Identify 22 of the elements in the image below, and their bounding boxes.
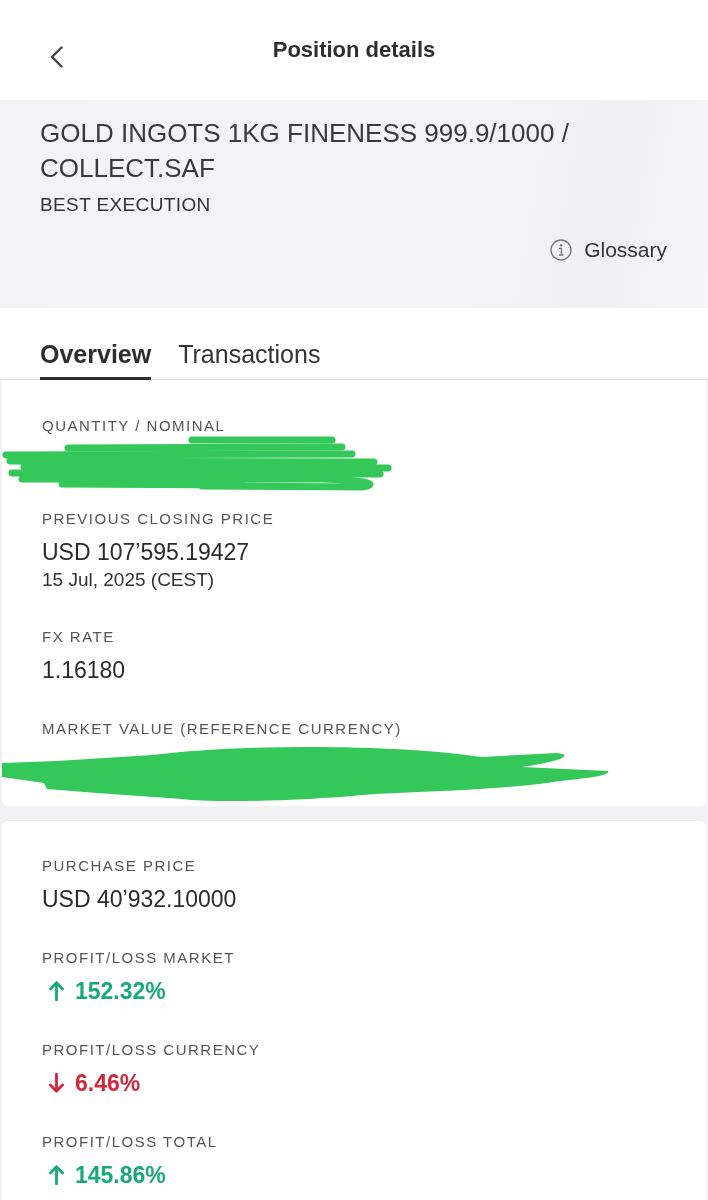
- glossary-link[interactable]: Glossary: [550, 238, 667, 262]
- change-value: 6.46%: [75, 1069, 141, 1098]
- field-label: MARKET VALUE (REFERENCE CURRENCY): [42, 719, 402, 739]
- field-label: PURCHASE PRICE: [42, 856, 197, 876]
- info-icon: [550, 239, 573, 261]
- field-label: QUANTITY / NOMINAL: [42, 416, 226, 436]
- change-value: 152.32%: [75, 977, 166, 1006]
- date-note: 15 Jul, 2025 (CEST): [42, 568, 215, 592]
- instrument-name: GOLD INGOTS 1KG FINENESS 999.9/1000 / COLLECT.SAF: [40, 117, 570, 185]
- field-label: PROFIT/LOSS MARKET: [42, 948, 235, 968]
- field-value: 1.16180: [42, 656, 126, 685]
- field-value: USD 40’932.10000: [42, 885, 237, 914]
- back-chevron-icon: [49, 46, 63, 68]
- change-value: 145.86%: [75, 1161, 166, 1190]
- field-label: PROFIT/LOSS TOTAL: [42, 1132, 218, 1152]
- field-label: FX RATE: [42, 627, 115, 647]
- tab[interactable]: Transactions: [178, 339, 321, 380]
- instrument-subtitle: BEST EXECUTION: [40, 193, 212, 217]
- page-title: Position details: [272, 35, 436, 64]
- field-label: PREVIOUS CLOSING PRICE: [42, 509, 275, 529]
- field-value: USD 107’595.19427: [42, 538, 250, 567]
- field-label: PROFIT/LOSS CURRENCY: [42, 1040, 261, 1060]
